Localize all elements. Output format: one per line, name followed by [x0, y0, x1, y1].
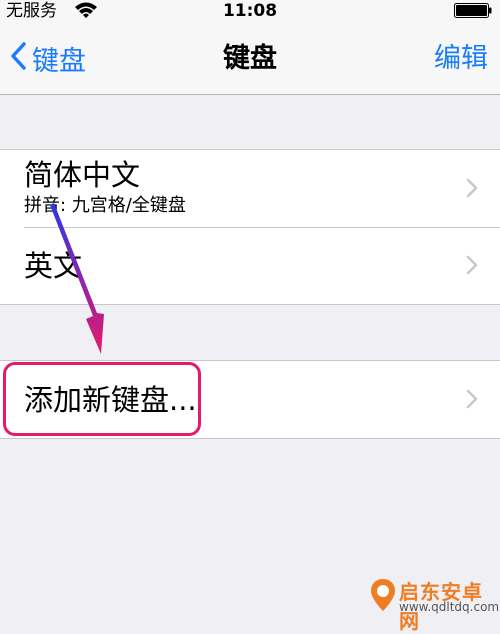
add-keyboard-group: 添加新键盘... — [0, 360, 500, 439]
status-time: 11:08 — [222, 1, 278, 21]
chevron-right-icon — [466, 178, 478, 202]
status-bar: 无服务 11:08 — [0, 0, 500, 22]
keyboard-item-simplified-chinese[interactable]: 简体中文 拼音: 九宫格/全键盘 — [0, 150, 500, 227]
watermark-logo-icon — [369, 577, 397, 617]
keyboard-item-title: 英文 — [24, 249, 83, 283]
keyboard-item-title: 简体中文 — [24, 158, 141, 192]
edit-button[interactable]: 编辑 — [434, 44, 488, 74]
watermark-url: www.qdltdq.com — [399, 600, 500, 614]
chevron-right-icon — [466, 255, 478, 279]
keyboard-list: 简体中文 拼音: 九宫格/全键盘 英文 — [0, 149, 500, 305]
chevron-right-icon — [466, 389, 478, 413]
keyboard-item-english[interactable]: 英文 — [0, 227, 500, 304]
add-keyboard-button[interactable]: 添加新键盘... — [0, 361, 500, 438]
keyboard-item-subtitle: 拼音: 九宫格/全键盘 — [24, 195, 186, 216]
navigation-bar: 键盘 键盘 编辑 — [0, 22, 500, 95]
add-keyboard-label: 添加新键盘... — [24, 383, 197, 417]
watermark: 启东安卓网 www.qdltdq.com — [369, 575, 499, 633]
page-title: 键盘 — [223, 43, 277, 74]
battery-icon — [454, 3, 492, 18]
